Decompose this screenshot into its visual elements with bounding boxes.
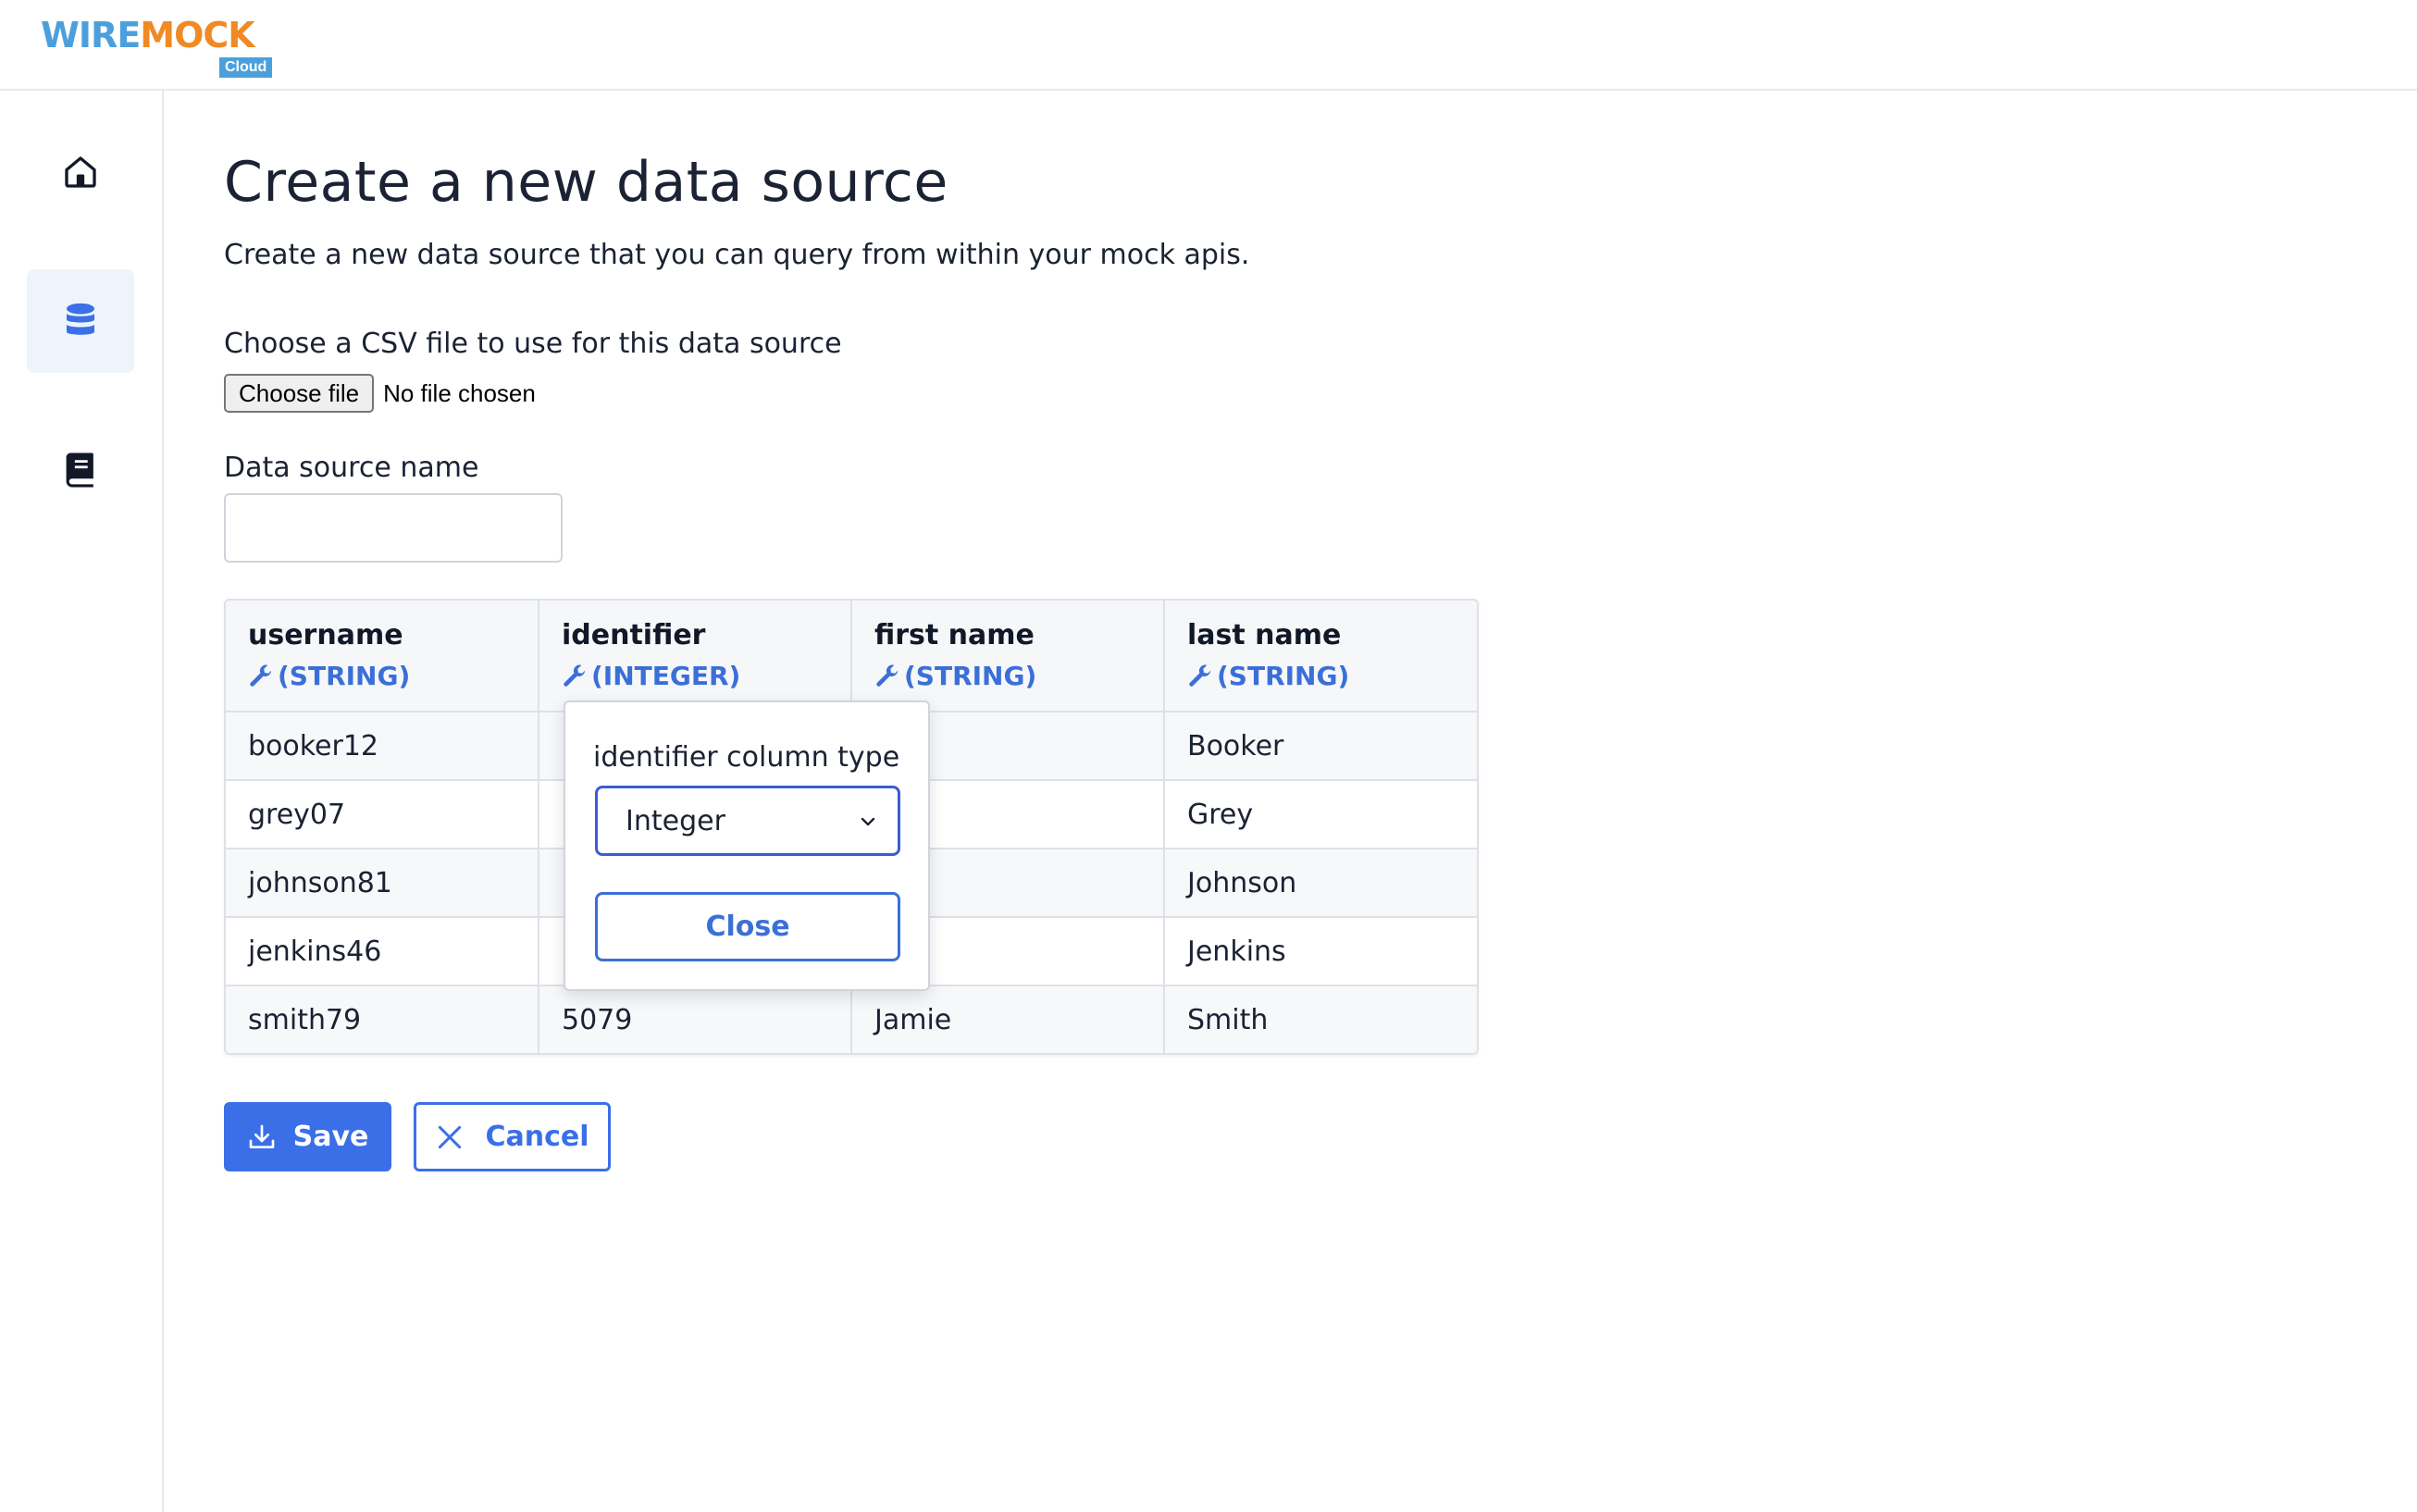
top-bar: WIREMOCK Cloud — [0, 0, 2417, 91]
popover-close-button[interactable]: Close — [595, 892, 900, 961]
wrench-icon — [564, 664, 586, 687]
database-icon — [67, 303, 94, 335]
file-status-text: No file chosen — [383, 378, 536, 407]
csv-file-label: Choose a CSV file to use for this data s… — [224, 328, 842, 360]
column-header-first-name: first name (STRING) — [851, 601, 1165, 713]
column-type-label: (STRING) — [278, 661, 411, 691]
column-type-select[interactable]: Integer — [595, 786, 900, 856]
logo-wordmark: WIREMOCK — [41, 15, 255, 56]
book-icon — [66, 452, 93, 488]
column-type-button[interactable]: (INTEGER) — [562, 660, 850, 693]
sidebar — [0, 91, 164, 1512]
table-cell: jenkins46 — [226, 917, 539, 986]
column-name: identifier — [562, 619, 706, 651]
column-name: last name — [1187, 619, 1342, 651]
wrench-icon — [250, 664, 272, 687]
logo-wire-text: WIRE — [41, 15, 141, 56]
csv-file-input[interactable]: Choose file No file chosen — [224, 374, 536, 413]
data-source-name-input[interactable] — [224, 493, 563, 563]
column-type-popover: identifier column type Integer Close — [564, 700, 930, 991]
data-source-name-label: Data source name — [224, 452, 479, 484]
column-type-button[interactable]: (STRING) — [1187, 660, 1477, 693]
page-subtitle: Create a new data source that you can qu… — [224, 239, 1250, 271]
table-cell: 5079 — [539, 985, 852, 1053]
column-type-label: (STRING) — [904, 661, 1037, 691]
table-cell: johnson81 — [226, 849, 539, 918]
close-icon — [439, 1125, 462, 1148]
column-name: first name — [874, 619, 1035, 651]
download-icon — [249, 1124, 274, 1148]
table-cell: Johnson — [1164, 849, 1477, 918]
wiremock-logo[interactable]: WIREMOCK Cloud — [41, 17, 281, 81]
table-cell: smith79 — [226, 985, 539, 1053]
column-type-label: (INTEGER) — [591, 661, 741, 691]
cancel-button-label: Cancel — [485, 1121, 589, 1153]
column-name: username — [248, 619, 403, 651]
column-type-label: identifier column type — [593, 741, 900, 774]
wrench-icon — [1189, 664, 1211, 687]
table-cell: booker12 — [226, 712, 539, 781]
choose-file-button[interactable]: Choose file — [224, 374, 375, 413]
sidebar-item-docs[interactable] — [27, 418, 134, 522]
wrench-icon — [876, 664, 899, 687]
table-cell: Jenkins — [1164, 917, 1477, 986]
page-title: Create a new data source — [224, 150, 948, 215]
sidebar-item-home[interactable] — [27, 120, 134, 224]
table-cell: Booker — [1164, 712, 1477, 781]
sidebar-item-data-sources[interactable] — [27, 269, 134, 373]
save-button-label: Save — [292, 1121, 369, 1153]
table-header-row: username (STRING) identifier (INTEGER) f… — [226, 601, 1477, 713]
column-header-last-name: last name (STRING) — [1164, 601, 1477, 713]
column-type-selected-value: Integer — [626, 804, 725, 837]
chevron-down-icon — [861, 817, 875, 826]
table-cell: Jamie — [851, 985, 1165, 1053]
column-header-identifier: identifier (INTEGER) — [539, 601, 852, 713]
table-cell: grey07 — [226, 780, 539, 849]
column-type-button[interactable]: (STRING) — [248, 660, 538, 693]
save-button[interactable]: Save — [224, 1102, 391, 1171]
logo-mock-text: MOCK — [140, 15, 254, 56]
table-cell: Grey — [1164, 780, 1477, 849]
table-row: smith79 5079 Jamie Smith — [226, 985, 1477, 1053]
column-type-button[interactable]: (STRING) — [874, 660, 1163, 693]
table-cell: Smith — [1164, 985, 1477, 1053]
column-type-label: (STRING) — [1217, 661, 1350, 691]
home-icon — [65, 156, 96, 188]
cancel-button[interactable]: Cancel — [414, 1102, 611, 1171]
logo-cloud-badge: Cloud — [219, 57, 273, 78]
column-header-username: username (STRING) — [226, 601, 539, 713]
